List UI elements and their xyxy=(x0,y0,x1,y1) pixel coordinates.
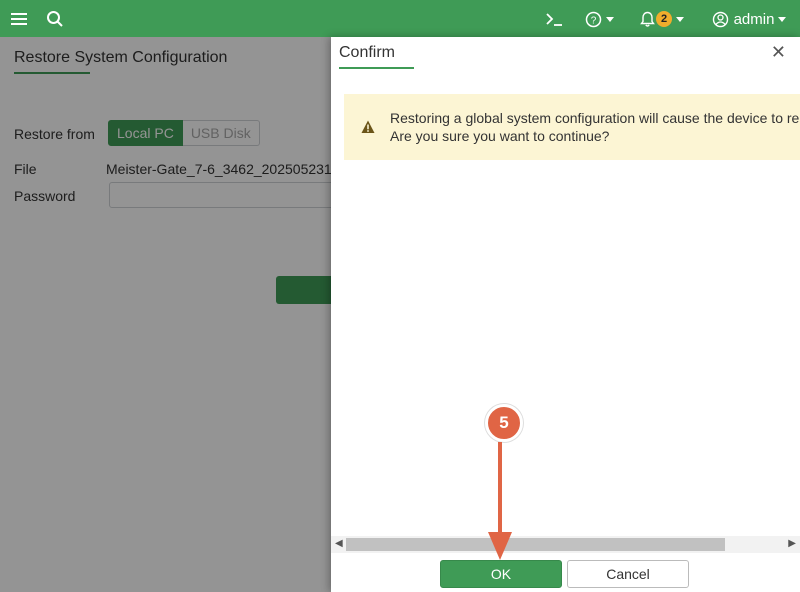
user-icon xyxy=(712,11,728,27)
dialog-title-underline xyxy=(339,67,414,69)
dialog-title: Confirm xyxy=(339,44,396,61)
help-icon: ? xyxy=(585,11,601,27)
cancel-button[interactable]: Cancel xyxy=(567,560,689,588)
bell-icon xyxy=(640,11,655,27)
ok-button[interactable]: OK xyxy=(440,560,562,588)
scrollbar-thumb[interactable] xyxy=(346,538,725,551)
step-marker: 5 xyxy=(485,404,523,442)
top-bar: ? 2 admin xyxy=(0,0,800,37)
warning-icon xyxy=(361,120,375,133)
chevron-down-icon xyxy=(605,16,614,22)
user-label: admin xyxy=(733,10,775,28)
horizontal-scrollbar[interactable]: ◀ ▶ xyxy=(331,536,800,553)
close-icon[interactable]: ✕ xyxy=(771,43,786,61)
help-menu[interactable]: ? xyxy=(583,8,615,30)
notification-badge: 2 xyxy=(656,11,672,27)
scroll-right-icon[interactable]: ▶ xyxy=(788,538,796,549)
notifications-menu[interactable]: 2 xyxy=(638,8,686,30)
chevron-down-icon xyxy=(676,16,684,22)
warning-text-line1: Restoring a global system configuration … xyxy=(390,110,800,126)
confirm-dialog: Confirm ✕ Restoring a global system conf… xyxy=(331,37,800,592)
pointer-arrow xyxy=(488,442,512,560)
cli-icon[interactable] xyxy=(543,8,565,30)
scroll-left-icon[interactable]: ◀ xyxy=(335,538,343,549)
warning-text-line2: Are you sure you want to continue? xyxy=(390,128,610,144)
warning-message: Restoring a global system configuration … xyxy=(344,94,800,160)
chevron-down-icon xyxy=(778,16,787,22)
menu-icon[interactable] xyxy=(9,8,29,30)
svg-text:?: ? xyxy=(590,15,596,26)
search-icon[interactable] xyxy=(45,8,65,30)
user-menu[interactable]: admin xyxy=(709,8,789,30)
